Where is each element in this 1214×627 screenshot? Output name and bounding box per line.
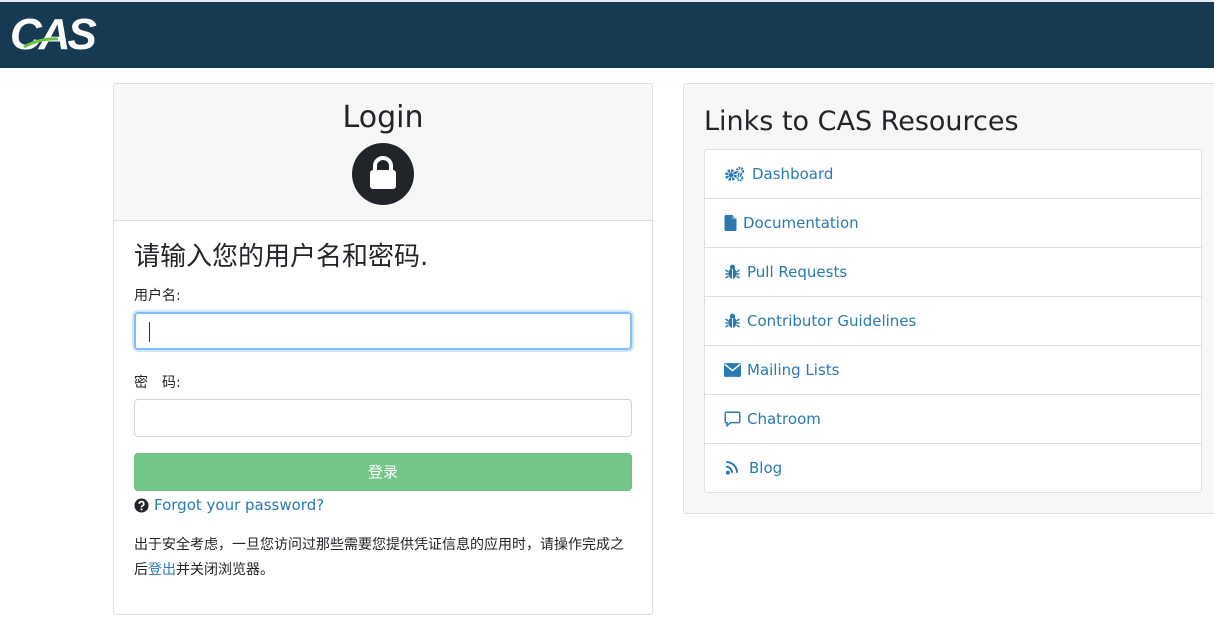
login-card-header: Login <box>114 84 652 221</box>
logo-swoosh-icon <box>23 37 59 49</box>
login-form: 请输入您的用户名和密码. 用户名: 密 码: 登录 Forgot your pa… <box>134 239 632 578</box>
resource-label: Pull Requests <box>747 263 848 281</box>
resource-link-pull-requests[interactable]: Pull Requests <box>705 248 1201 297</box>
login-prompt: 请输入您的用户名和密码. <box>134 242 429 272</box>
envelope-icon <box>724 363 741 377</box>
logout-link[interactable]: 登出 <box>148 562 176 578</box>
resource-label: Dashboard <box>752 165 834 183</box>
resource-label: Blog <box>749 459 783 477</box>
forgot-password-link[interactable]: Forgot your password? <box>154 496 324 514</box>
resource-link-blog[interactable]: Blog <box>705 444 1201 492</box>
login-submit-button[interactable]: 登录 <box>134 453 632 491</box>
logo-text: CAS <box>10 10 97 59</box>
rss-icon <box>725 461 739 475</box>
resource-label: Chatroom <box>747 410 821 428</box>
username-label: 用户名: <box>134 288 181 304</box>
notice-text-after: 并关闭浏览器。 <box>176 562 274 578</box>
bug-icon <box>725 313 740 328</box>
question-circle-icon <box>134 498 149 513</box>
password-input[interactable] <box>134 399 632 437</box>
resource-link-mailing-lists[interactable]: Mailing Lists <box>705 346 1201 395</box>
login-card: Login 请输入您的用户名和密码. 用户名: 密 码: 登录 Forgot y… <box>113 83 653 615</box>
forgot-password: Forgot your password? <box>134 495 324 515</box>
bug-icon <box>725 264 740 279</box>
gears-icon <box>725 166 745 182</box>
resource-label: Contributor Guidelines <box>747 312 917 330</box>
file-icon <box>724 215 737 231</box>
resource-link-contributor-guidelines[interactable]: Contributor Guidelines <box>705 297 1201 346</box>
text-caret <box>149 322 150 342</box>
resource-label: Mailing Lists <box>747 361 840 379</box>
resource-link-chatroom[interactable]: Chatroom <box>705 395 1201 444</box>
resource-label: Documentation <box>743 214 859 232</box>
login-title: Login <box>342 100 424 135</box>
lock-icon <box>352 143 414 205</box>
comment-icon <box>724 411 741 427</box>
resource-link-dashboard[interactable]: Dashboard <box>705 150 1201 199</box>
resources-card: Links to CAS Resources Dashboard Documen… <box>683 83 1214 514</box>
resource-link-documentation[interactable]: Documentation <box>705 199 1201 248</box>
top-navbar: CAS <box>0 0 1214 68</box>
username-input[interactable] <box>134 312 632 350</box>
security-notice: 出于安全考虑，一旦您访问过那些需要您提供凭证信息的应用时，请操作完成之后登出并关… <box>134 533 634 583</box>
resources-list: Dashboard Documentation Pull Requests Co… <box>704 149 1202 493</box>
resources-title: Links to CAS Resources <box>704 106 1019 137</box>
password-label: 密 码: <box>134 375 181 391</box>
cas-logo[interactable]: CAS <box>10 10 97 59</box>
